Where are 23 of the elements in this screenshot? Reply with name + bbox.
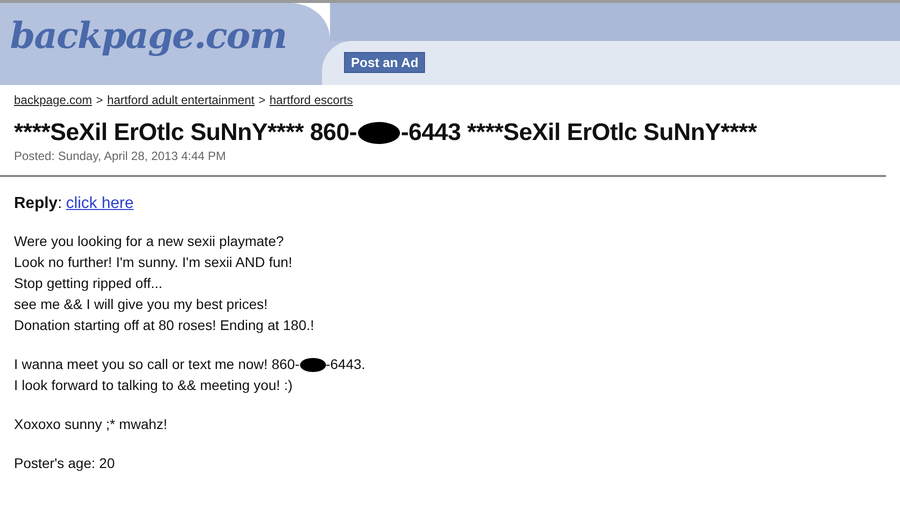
breadcrumb-link[interactable]: hartford adult entertainment	[107, 93, 254, 107]
ad-text-line: Look no further! I'm sunny. I'm sexii AND fun!	[14, 253, 294, 272]
ad-text-line: Poster's age: 20	[14, 454, 116, 473]
ad-text-line: I wanna meet you so call or text me now! 860-	[14, 355, 300, 374]
ad-text-line: Stop getting ripped off...	[14, 274, 164, 293]
ad-text-line: Were you looking for a new sexii playmate?	[14, 232, 285, 251]
ad-text-line: I look forward to talking to && meeting you! :)	[14, 376, 294, 395]
post-ad-button[interactable]: Post an Ad	[344, 52, 426, 73]
breadcrumb-link[interactable]: backpage.com	[14, 93, 92, 107]
breadcrumb-separator: >	[258, 93, 266, 107]
ad-text-line: Xoxoxo sunny ;* mwahz!	[14, 415, 168, 434]
ad-text-line: see me && I will give you my best prices!	[14, 295, 269, 314]
ad-title: -6443 ****SeXil ErOtlc SuNnY****	[400, 119, 757, 147]
breadcrumb-separator: >	[96, 93, 104, 107]
posted-date: Posted: Sunday, April 28, 2013 4:44 PM	[14, 149, 227, 163]
ad-text-line: -6443.	[326, 355, 366, 374]
reply-label: Reply:	[14, 195, 62, 212]
breadcrumb-link[interactable]: hartford escorts	[270, 93, 353, 107]
redaction-mark	[358, 122, 400, 144]
ad-text-line: Donation starting off at 80 roses! Ending at 180.!	[14, 316, 316, 335]
redaction-mark	[300, 358, 326, 372]
reply-link[interactable]: click here	[66, 195, 134, 212]
ad-title: ****SeXil ErOtlc SuNnY**** 860-	[14, 119, 357, 147]
